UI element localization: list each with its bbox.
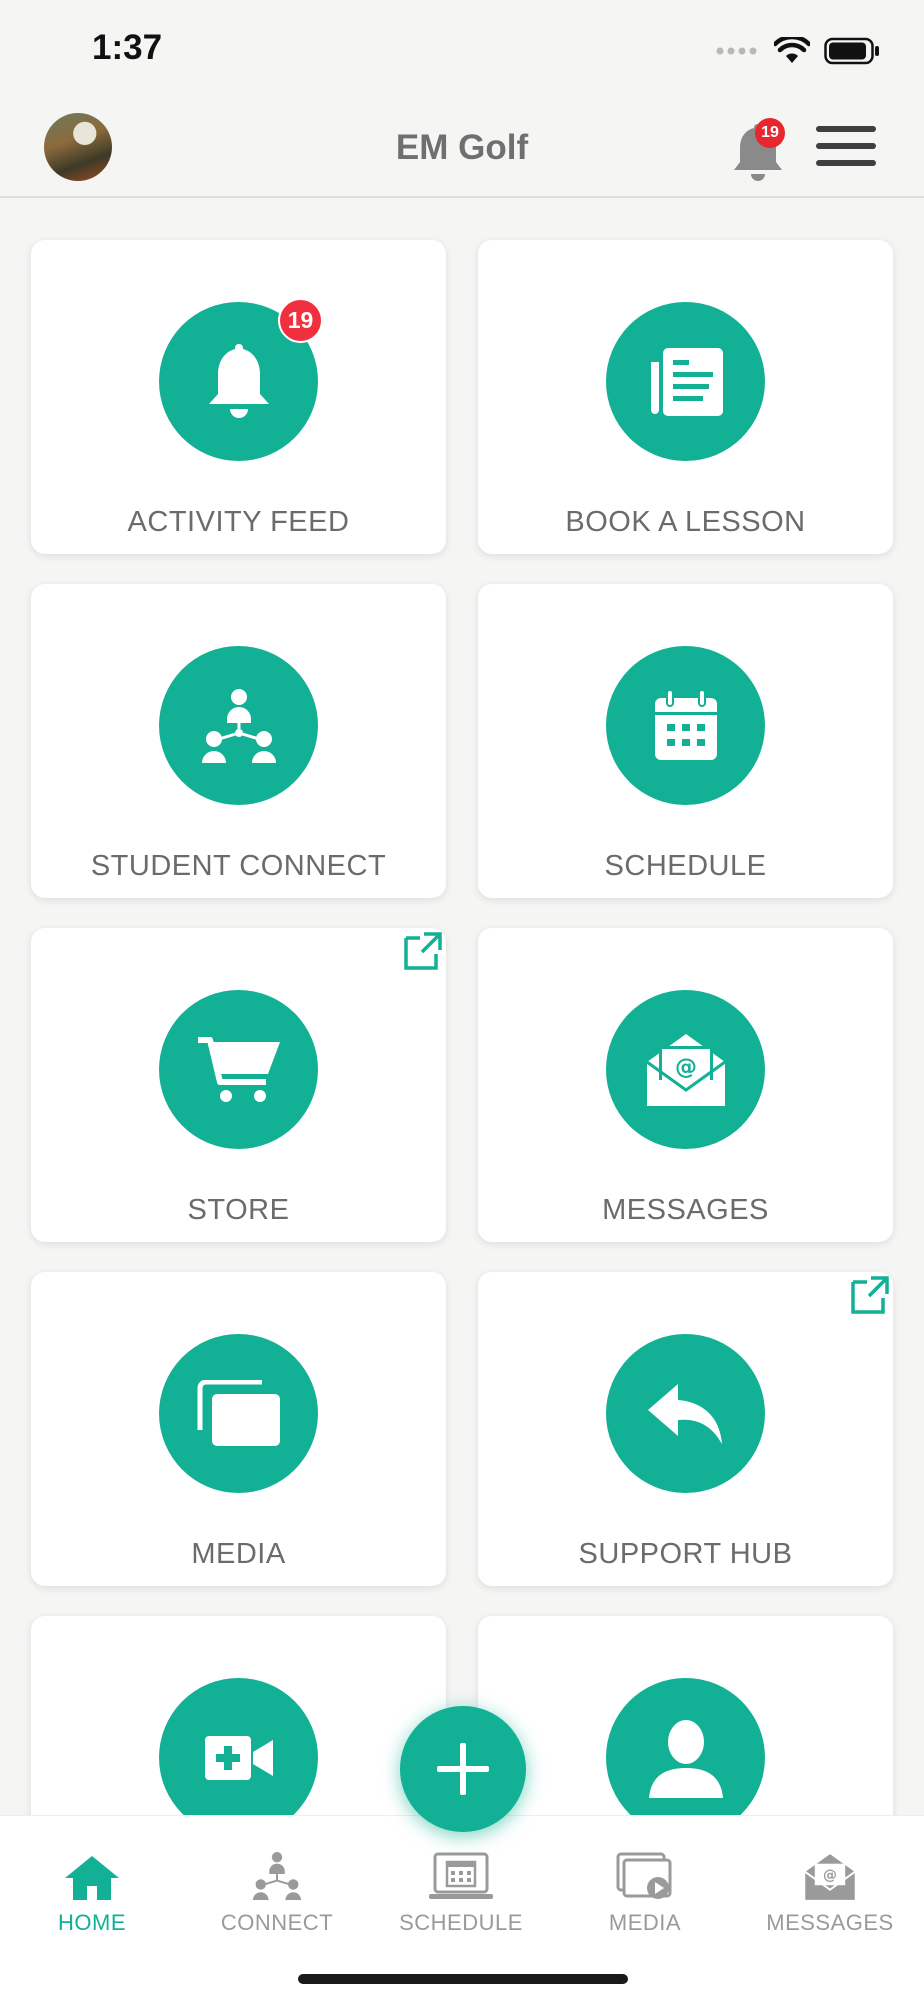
tile-label: MESSAGES: [602, 1194, 769, 1226]
app-header: EM Golf: [0, 100, 924, 198]
tile-label: BOOK A LESSON: [565, 506, 806, 538]
tile-label: SUPPORT HUB: [578, 1538, 793, 1570]
media-stack-icon: [197, 1379, 280, 1446]
menu-button[interactable]: [816, 126, 876, 170]
tile-badge: 19: [278, 298, 323, 343]
home-tile-grid: 19 ACTIVITY FEED BOOK A LESSON STUDENT C…: [31, 240, 893, 1930]
home-icon: [65, 1856, 119, 1900]
envelope-at-icon: @: [645, 1033, 726, 1106]
home-indicator: [298, 1974, 628, 1984]
menu-line-icon: [816, 143, 876, 149]
tile-book-a-lesson[interactable]: BOOK A LESSON: [478, 240, 893, 554]
reply-arrow-icon: [647, 1383, 722, 1444]
tile-icon-circle: [159, 1334, 318, 1493]
calendar-icon: [654, 689, 717, 760]
add-fab-button[interactable]: [400, 1706, 526, 1832]
nav-label: HOME: [58, 1910, 126, 1935]
svg-text:@: @: [675, 1055, 697, 1080]
tile-icon-circle: [159, 990, 318, 1149]
tile-schedule[interactable]: SCHEDULE: [478, 584, 893, 898]
envelope-at-icon: @: [804, 1854, 856, 1900]
cart-icon: [197, 1036, 280, 1102]
svg-text:@: @: [823, 1868, 837, 1884]
tile-store[interactable]: STORE: [31, 928, 446, 1242]
nav-item-schedule[interactable]: SCHEDULE: [381, 1846, 541, 1936]
tile-media[interactable]: MEDIA: [31, 1272, 446, 1586]
calendar-laptop-icon: [429, 1852, 493, 1899]
tile-label: STUDENT CONNECT: [90, 850, 387, 882]
tile-icon-circle: [606, 302, 765, 461]
nav-item-messages[interactable]: @ MESSAGES: [750, 1846, 910, 1936]
tile-icon-circle: [606, 1334, 765, 1493]
tile-messages[interactable]: @ MESSAGES: [478, 928, 893, 1242]
network-people-icon: [201, 688, 276, 763]
external-link-icon[interactable]: [400, 928, 446, 974]
status-time: 1:37: [92, 28, 163, 67]
plus-icon: [437, 1743, 489, 1795]
person-silhouette-icon: [648, 1719, 723, 1798]
network-people-icon: [252, 1851, 302, 1901]
tile-student-connect[interactable]: STUDENT CONNECT: [31, 584, 446, 898]
nav-item-media[interactable]: MEDIA: [565, 1846, 725, 1936]
video-add-icon: [204, 1735, 273, 1780]
battery-icon: [824, 37, 879, 65]
cellular-signal-icon: [716, 47, 757, 55]
nav-label: CONNECT: [220, 1910, 334, 1935]
notification-badge: 19: [755, 118, 785, 148]
tile-icon-circle: [159, 646, 318, 805]
menu-line-icon: [816, 160, 876, 166]
tile-label: MEDIA: [191, 1538, 286, 1570]
bottom-nav: HOME CONNECT SCHEDULE MEDIA @ MESSAGES: [0, 1815, 924, 2000]
menu-line-icon: [816, 126, 876, 132]
media-play-icon: [616, 1852, 672, 1899]
external-link-icon[interactable]: [847, 1272, 893, 1318]
status-bar: 1:37: [0, 0, 924, 100]
tile-label: SCHEDULE: [604, 850, 767, 882]
nav-item-home[interactable]: HOME: [12, 1846, 172, 1936]
nav-label: MESSAGES: [766, 1910, 894, 1935]
tile-activity-feed[interactable]: 19 ACTIVITY FEED: [31, 240, 446, 554]
nav-label: MEDIA: [608, 1910, 682, 1935]
status-icons: [716, 34, 880, 68]
tile-icon-circle: [606, 1678, 765, 1837]
newspaper-icon: [650, 347, 723, 416]
bell-icon: [208, 343, 269, 418]
tile-icon-circle: @: [606, 990, 765, 1149]
tile-icon-circle: [159, 1678, 318, 1837]
tile-label: ACTIVITY FEED: [127, 506, 350, 538]
nav-label: SCHEDULE: [399, 1910, 523, 1935]
tile-label: STORE: [187, 1194, 290, 1226]
tile-support-hub[interactable]: SUPPORT HUB: [478, 1272, 893, 1586]
tile-icon-circle: [606, 646, 765, 805]
wifi-icon: [774, 37, 810, 63]
nav-item-connect[interactable]: CONNECT: [197, 1846, 357, 1936]
